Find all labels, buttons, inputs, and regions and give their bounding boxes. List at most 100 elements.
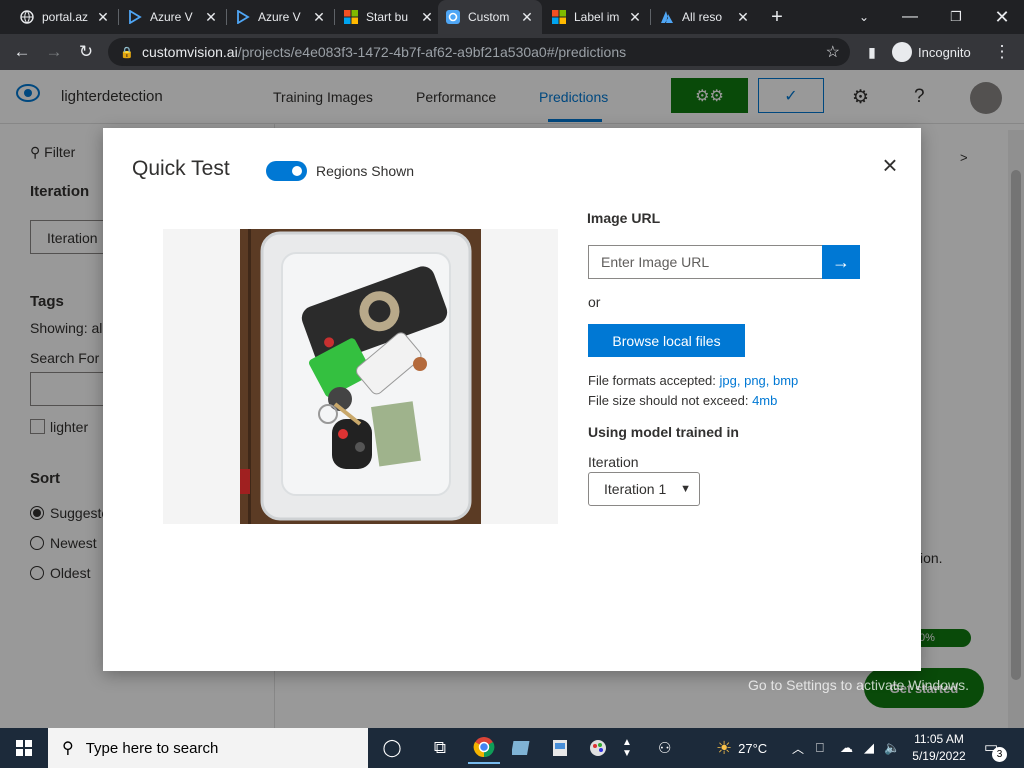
lock-icon: 🔒 <box>120 46 134 59</box>
close-icon[interactable]: × <box>878 152 902 178</box>
incognito-label: Incognito <box>918 44 971 60</box>
quick-test-dialog: Quick Test Regions Shown × Image URL Ent… <box>103 128 921 671</box>
activate-windows-title: Activate Windows <box>748 652 898 673</box>
system-clock[interactable]: 11:05 AM 5/19/2022 <box>906 731 972 765</box>
file-formats-text: File formats accepted: jpg, png, bmp <box>588 373 798 388</box>
globe-icon <box>20 10 34 24</box>
custom-vision-icon <box>446 10 460 24</box>
search-icon: ⚲ <box>62 740 74 757</box>
start-button[interactable] <box>0 728 48 768</box>
dialog-title: Quick Test <box>132 157 230 180</box>
people-icon[interactable]: ⚇ <box>658 728 671 768</box>
incognito-icon <box>892 42 912 62</box>
volume-icon[interactable]: 🔈 <box>884 728 900 768</box>
windows-taskbar: ⚲ Type here to search ◯ ⧉ ▲ ▼ ⚇ ☀ 27°C ︿ … <box>0 728 1024 768</box>
close-tab-icon[interactable]: ✕ <box>204 9 218 26</box>
test-image <box>240 229 481 524</box>
tab-title: Label im <box>574 10 620 24</box>
azure-devops-icon <box>236 9 250 25</box>
address-bar[interactable]: 🔒 customvision.ai/projects/e4e083f3-1472… <box>108 38 850 66</box>
tab-search-icon[interactable]: ⌄ <box>852 0 876 34</box>
activate-windows-subtitle: Go to Settings to activate Windows. <box>748 677 969 693</box>
incognito-indicator[interactable]: Incognito <box>892 39 971 65</box>
close-tab-icon[interactable]: ✕ <box>312 9 326 26</box>
browse-local-files-button[interactable]: Browse local files <box>588 324 745 357</box>
browser-tab[interactable]: Azure V ✕ <box>120 0 226 34</box>
close-tab-icon[interactable]: ✕ <box>96 9 110 26</box>
clock-time: 11:05 AM <box>914 732 964 746</box>
browser-tab-strip: portal.az ✕ Azure V ✕ Azure V ✕ Start bu… <box>0 0 1024 34</box>
minimize-icon[interactable]: — <box>898 0 922 34</box>
app-icon[interactable] <box>582 732 614 764</box>
tray-overflow-icon[interactable]: ︿ <box>792 728 804 768</box>
taskbar-search-box[interactable]: ⚲ Type here to search <box>48 728 368 768</box>
close-tab-icon[interactable]: ✕ <box>420 9 434 26</box>
bookmark-star-icon[interactable]: ☆ <box>826 42 840 62</box>
app-icon[interactable] <box>544 732 576 764</box>
file-size-text: File size should not exceed: 4mb <box>588 393 777 408</box>
close-tab-icon[interactable]: ✕ <box>736 9 750 26</box>
app-icon[interactable] <box>506 732 538 764</box>
azure-icon <box>660 10 674 24</box>
browser-tab[interactable]: portal.az ✕ <box>12 0 118 34</box>
model-trained-label: Using model trained in <box>588 424 739 440</box>
onedrive-icon[interactable]: ☁ <box>840 728 853 768</box>
or-label: or <box>588 294 601 310</box>
windows-logo-icon <box>16 740 32 756</box>
iteration-selected-value: Iteration 1 <box>604 481 667 497</box>
close-tab-icon[interactable]: ✕ <box>628 9 642 26</box>
close-tab-icon[interactable]: ✕ <box>520 9 534 26</box>
browser-tab[interactable]: All reso ✕ <box>652 0 758 34</box>
tab-title: Azure V <box>150 10 193 24</box>
browser-tab[interactable]: Azure V ✕ <box>228 0 334 34</box>
image-url-label: Image URL <box>587 210 661 226</box>
browser-toolbar: ← → ↻ 🔒 customvision.ai/projects/e4e083f… <box>0 34 1024 70</box>
tab-title: portal.az <box>42 10 89 24</box>
image-url-input[interactable] <box>588 245 823 279</box>
tab-title: All reso <box>682 10 723 24</box>
restore-icon[interactable]: ❐ <box>944 0 968 34</box>
new-tab-button[interactable]: + <box>764 0 790 34</box>
url-text: customvision.ai/projects/e4e083f3-1472-4… <box>142 44 627 60</box>
clock-date: 5/19/2022 <box>912 749 966 763</box>
taskbar-search-placeholder: Type here to search <box>85 739 219 757</box>
taskbar-scroll-arrows[interactable]: ▲ ▼ <box>622 728 632 768</box>
azure-devops-icon <box>128 9 142 25</box>
tab-title: Custom <box>468 10 510 24</box>
browser-tab[interactable]: Start bu ✕ <box>336 0 442 34</box>
notification-count: 3 <box>992 747 1007 762</box>
side-panel-icon[interactable]: ▮ <box>860 40 884 64</box>
file-formats-value: jpg, png, bmp <box>719 373 799 388</box>
cortana-icon[interactable]: ◯ <box>376 732 408 764</box>
image-preview-area <box>163 229 558 524</box>
task-view-icon[interactable]: ⧉ <box>424 732 456 764</box>
close-window-icon[interactable]: ✕ <box>990 0 1014 34</box>
arrow-right-icon: → <box>832 251 850 272</box>
browser-tab-active[interactable]: Custom ✕ <box>438 0 542 34</box>
reload-icon[interactable]: ↻ <box>74 40 98 64</box>
file-size-prefix: File size should not exceed: <box>588 393 749 408</box>
regions-toggle-label: Regions Shown <box>316 163 415 179</box>
forward-icon[interactable]: → <box>42 40 66 64</box>
submit-url-button[interactable]: → <box>822 245 860 279</box>
browser-menu-icon[interactable]: ⋮ <box>990 40 1014 64</box>
iteration-label: Iteration <box>588 454 639 470</box>
chevron-down-icon: ▼ <box>680 483 691 495</box>
network-icon[interactable]: ◢ <box>864 728 874 768</box>
file-formats-prefix: File formats accepted: <box>588 373 716 388</box>
file-size-value: 4mb <box>752 393 778 408</box>
weather-temp: 27°C <box>738 740 768 756</box>
tab-title: Azure V <box>258 10 301 24</box>
regions-toggle[interactable] <box>266 161 307 181</box>
meet-now-icon[interactable]: ⎕ <box>816 728 824 768</box>
microsoft-icon <box>344 10 358 24</box>
notification-center-icon[interactable]: ▭ 3 <box>984 738 1007 762</box>
weather-sun-icon: ☀ <box>716 737 733 758</box>
weather-widget[interactable]: ☀ 27°C <box>716 728 767 768</box>
tab-title: Start bu <box>366 10 409 24</box>
back-icon[interactable]: ← <box>10 40 34 64</box>
chrome-icon[interactable] <box>468 732 500 764</box>
iteration-select[interactable]: Iteration 1 ▼ <box>588 472 700 506</box>
browser-tab[interactable]: Label im ✕ <box>544 0 650 34</box>
microsoft-icon <box>552 10 566 24</box>
